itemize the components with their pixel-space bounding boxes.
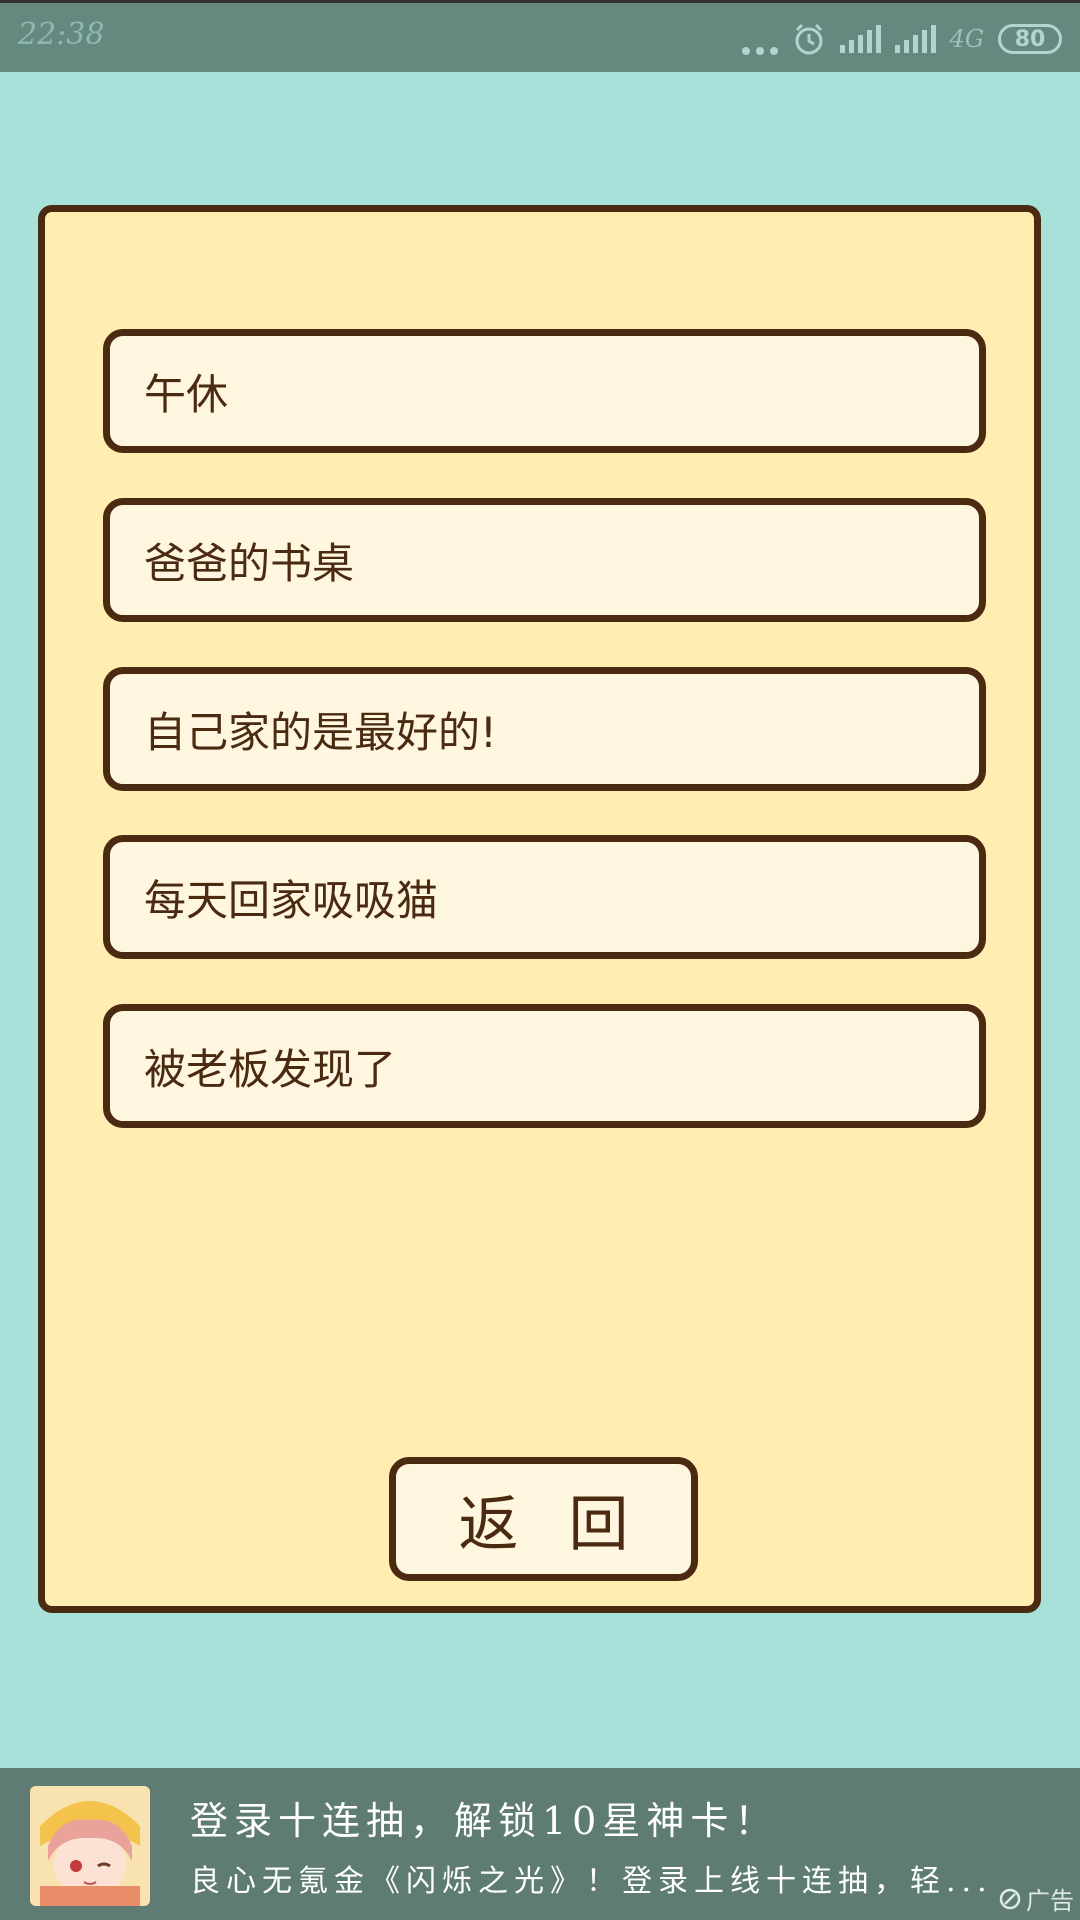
ad-tag-label: 广告 <box>1026 1887 1074 1915</box>
anime-character-icon <box>30 1786 150 1906</box>
ad-thumbnail[interactable] <box>30 1786 150 1906</box>
option-button[interactable]: 每天回家吸吸猫 <box>103 835 986 959</box>
battery-icon: 80 <box>998 24 1062 54</box>
option-button[interactable]: 被老板发现了 <box>103 1004 986 1128</box>
ad-info-icon <box>999 1888 1021 1909</box>
network-type: 4G <box>949 25 984 53</box>
option-button[interactable]: 爸爸的书桌 <box>103 498 986 622</box>
option-button[interactable]: 自己家的是最好的! <box>103 667 986 791</box>
back-button[interactable]: 返回 <box>389 1457 698 1581</box>
signal-icon <box>894 25 936 53</box>
ad-tag: 广告 <box>998 1881 1074 1916</box>
status-icons: 4G 80 <box>741 19 1062 59</box>
ad-description[interactable]: 良心无氪金《闪烁之光》！登录上线十连抽，轻... <box>190 1856 1040 1900</box>
option-button[interactable]: 午休 <box>103 329 986 453</box>
options-panel: 午休 爸爸的书桌 自己家的是最好的! 每天回家吸吸猫 被老板发现了 返回 <box>38 205 1041 1613</box>
alarm-icon <box>795 23 823 55</box>
status-time: 22:38 <box>18 17 105 52</box>
signal-icon <box>839 25 881 53</box>
status-bar: 22:38 4G 80 <box>0 0 1080 72</box>
ad-title[interactable]: 登录十连抽，解锁10星神卡！ <box>190 1790 778 1845</box>
more-dots-icon <box>741 35 778 55</box>
ad-banner[interactable]: 登录十连抽，解锁10星神卡！ 良心无氪金《闪烁之光》！登录上线十连抽，轻... … <box>0 1768 1080 1920</box>
